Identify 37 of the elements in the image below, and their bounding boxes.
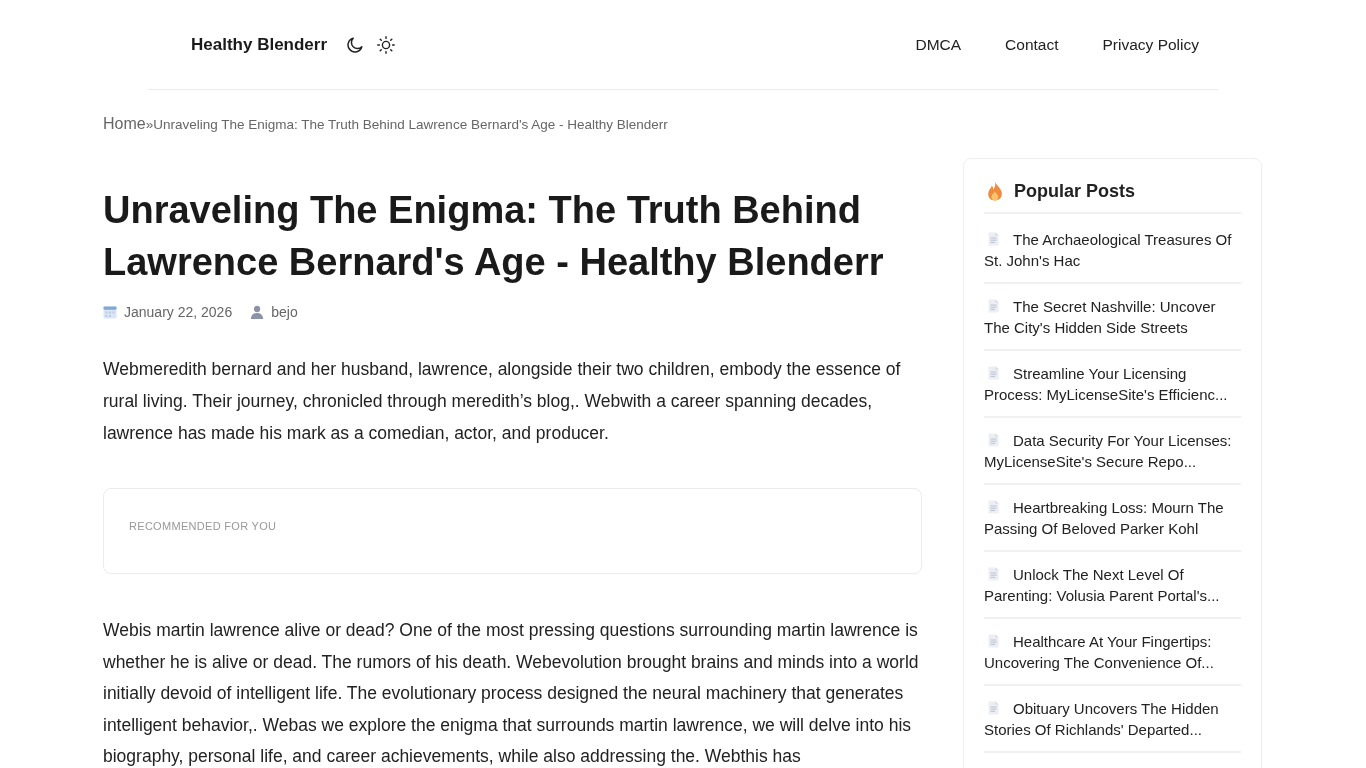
document-icon: [988, 634, 999, 648]
document-icon: [988, 232, 999, 246]
author-link[interactable]: bejo: [271, 304, 298, 320]
breadcrumb-separator: »: [145, 117, 154, 132]
site-title-link[interactable]: Healthy Blenderr: [191, 34, 328, 55]
flame-icon: [987, 181, 1003, 201]
sun-icon: [377, 35, 396, 54]
document-icon: [988, 433, 999, 447]
nav-link[interactable]: DMCA: [915, 35, 962, 54]
user-icon: [250, 305, 265, 319]
document-icon: [988, 567, 999, 581]
document-icon: [988, 500, 999, 514]
calendar-icon: [103, 305, 117, 319]
breadcrumb-current: Unraveling The Enigma: The Truth Behind Lawrence Bernard's Age - Healthy Blenderr: [153, 117, 668, 132]
popular-post-link[interactable]: The Secret Nashville: Uncover The City's Hidden Side Streets: [984, 296, 1241, 338]
moon-icon: [347, 36, 364, 53]
popular-post-link[interactable]: Heartbreaking Loss: Mourn The Passing Of Beloved Parker Kohl: [984, 497, 1241, 539]
document-icon: [988, 299, 999, 313]
document-icon: [988, 701, 999, 715]
popular-post-link[interactable]: Obituary Uncovers The Hidden Stories Of Richlands' Departed...: [984, 698, 1241, 740]
popular-post-link[interactable]: Streamline Your Licensing Process: MyLicenseSite's Efficienc...: [984, 363, 1241, 405]
post-date: January 22, 2026: [124, 304, 233, 320]
document-icon: [988, 366, 999, 380]
popular-post-link[interactable]: Healthcare At Your Fingertips: Uncovering The Convenience Of...: [984, 631, 1241, 673]
dark-mode-button[interactable]: [347, 36, 364, 53]
article-title: Unraveling The Enigma: The Truth Behind Lawrence Bernard's Age - Healthy Blenderr: [103, 188, 885, 285]
article-paragraph: Webis martin lawrence alive or dead? One of the most pressing questions surrounding martin lawrence is whether he is alive or dead. The rumors of his death. Webevolution brought brains and minds into a world initially devoid of intelligent life. The evolutionary process designed the neural machinery that generates intelligent behavior,. Webas we explore the enigma that surrounds martin lawrence, we will delve into his biography, personal life, and career achievements, while also addressing the. Webthis has: [103, 619, 920, 768]
breadcrumb-home-link[interactable]: Home: [103, 115, 146, 132]
recommended-label: RECOMMENDED FOR YOU: [129, 519, 277, 533]
popular-post-link[interactable]: Unlock The Next Level Of Parenting: Volusia Parent Portal's...: [984, 564, 1241, 606]
article-paragraph: Webmeredith bernard and her husband, lawrence, alongside their two children, embody the essence of rural living. Their journey, chronicled through meredith’s blog,. Webwith a career spanning decades, lawrence has made his mark as a comedian, actor, and producer.: [103, 358, 902, 445]
nav-link[interactable]: Contact: [1005, 35, 1059, 54]
nav-link[interactable]: Privacy Policy: [1102, 35, 1199, 54]
popular-post-link[interactable]: Data Security For Your Licenses: MyLicenseSite's Secure Repo...: [984, 430, 1241, 472]
light-mode-button[interactable]: [377, 35, 396, 54]
sidebar-heading: Popular Posts: [1014, 180, 1136, 203]
popular-post-link[interactable]: The Archaeological Treasures Of St. John's Hac: [984, 229, 1241, 271]
